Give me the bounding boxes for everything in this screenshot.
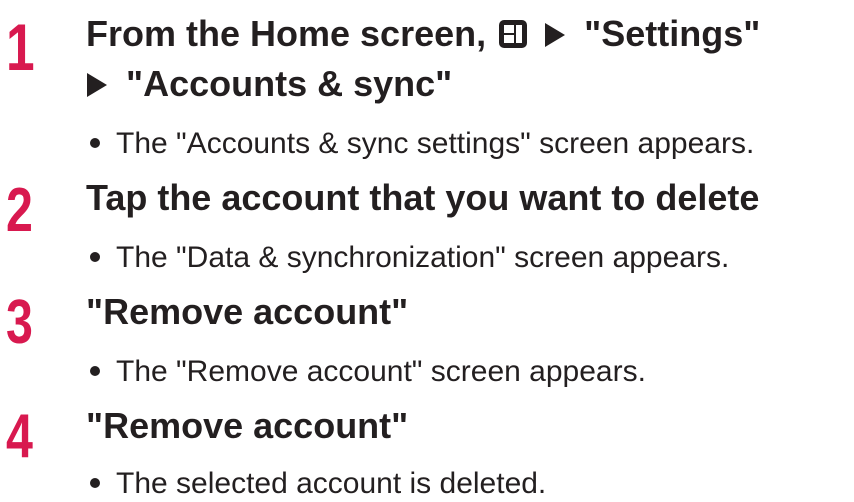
right-triangle-arrow-icon <box>545 23 566 47</box>
bullet-icon <box>90 126 116 162</box>
step-note-text: The "Accounts & sync settings" screen ap… <box>116 127 755 160</box>
step-title-text: "Settings" <box>584 13 761 54</box>
step-title-text: From the Home screen, <box>86 13 487 54</box>
step-title: "Remove account" <box>86 405 409 446</box>
bullet-icon <box>90 240 116 276</box>
step-note-text: The "Data & synchronization" screen appe… <box>116 241 730 274</box>
step-title: From the Home screen, "Settings" <box>86 10 760 58</box>
bullet-icon <box>90 466 116 502</box>
step-note: The "Data & synchronization" screen appe… <box>90 240 729 276</box>
step-note-text: The "Remove account" screen appears. <box>116 355 646 388</box>
step-number: 2 <box>6 176 33 245</box>
step-number: 4 <box>6 402 33 471</box>
menu-key-icon <box>499 20 528 48</box>
step-number: 3 <box>6 288 33 357</box>
right-triangle-arrow-icon <box>87 73 107 97</box>
step-number: 1 <box>6 10 35 84</box>
step-title-line2: "Accounts & sync" <box>86 60 452 108</box>
step-title: Tap the account that you want to delete <box>86 177 760 218</box>
step-note-text: The selected account is deleted. <box>116 467 547 500</box>
step-title: "Remove account" <box>86 291 409 332</box>
step-note: The "Remove account" screen appears. <box>90 354 646 390</box>
step-title-text: "Accounts & sync" <box>126 63 453 104</box>
step-note: The "Accounts & sync settings" screen ap… <box>90 126 754 162</box>
step-note: The selected account is deleted. <box>90 466 546 502</box>
bullet-icon <box>90 354 116 390</box>
